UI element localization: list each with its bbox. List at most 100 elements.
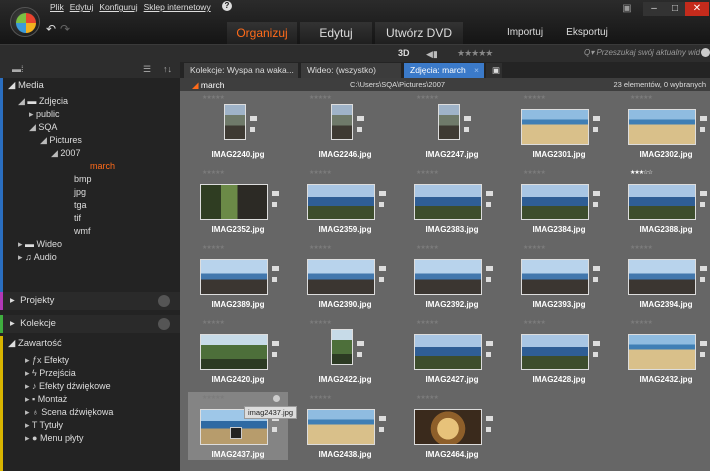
tab-edytuj[interactable]: Edytuj [300,22,372,44]
file-tag-icon[interactable] [593,127,598,132]
file-info-icon[interactable] [250,116,257,121]
tree-item-jpg[interactable]: jpg [0,186,180,199]
file-tag-icon[interactable] [593,352,598,357]
sidebar-media-header[interactable]: ◢ Media [8,80,44,91]
rating-stars[interactable]: ★★★★★ [523,94,546,101]
expand-arrow-icon[interactable]: ▸ [25,381,32,391]
rating-stars[interactable]: ★★★★★ [309,94,332,101]
file-info-icon[interactable] [593,341,600,346]
app-logo-icon[interactable] [10,7,40,37]
menu-item[interactable]: Plik [50,2,64,12]
file-info-icon[interactable] [700,191,707,196]
photo-thumbnail[interactable]: ★★★★★ IMAG2393.jpg [509,242,609,310]
photo-thumbnail[interactable]: ★★★★★ IMAG2420.jpg [188,317,288,385]
tab-video[interactable]: Wideo: (wszystko) [301,63,401,78]
file-tag-icon[interactable] [700,202,705,207]
photo-thumbnail[interactable]: ★★★★★ IMAG2246.jpg [295,92,395,160]
speaker-icon[interactable]: ◀▮ [426,49,438,60]
photo-thumbnail[interactable]: ★★★★★ IMAG2301.jpg [509,92,609,160]
help-icon[interactable]: ? [222,1,232,11]
file-tag-icon[interactable] [272,277,277,282]
file-tag-icon[interactable] [486,202,491,207]
photo-thumbnail[interactable]: ★★★★★ IMAG2438.jpg [295,392,395,460]
import-button[interactable]: Importuj [500,24,550,42]
photo-thumbnail[interactable]: ★★★★★ IMAG2422.jpg [295,317,395,385]
tree-item-tga[interactable]: tga [0,199,180,212]
expand-arrow-icon[interactable]: ◢ [18,96,27,106]
file-tag-icon[interactable] [272,202,277,207]
photo-thumbnail[interactable]: ★★★★★ IMAG2302.jpg [616,92,710,160]
file-tag-icon[interactable] [593,277,598,282]
file-info-icon[interactable] [464,116,471,121]
rating-stars[interactable]: ★★★★★ [202,319,225,326]
rating-stars[interactable]: ★★★★★ [630,94,653,101]
menu-item[interactable]: Edytuj [70,2,94,12]
file-info-icon[interactable] [593,191,600,196]
close-tab-icon[interactable]: × [474,63,479,78]
expand-arrow-icon[interactable]: ▸ [18,239,25,249]
file-tag-icon[interactable] [379,427,384,432]
rating-stars[interactable]: ★★★★★ [202,94,225,101]
rating-stars[interactable]: ★★★★★ [630,319,653,326]
undo-icon[interactable]: ↶ [46,22,56,36]
file-tag-icon[interactable] [486,427,491,432]
export-button[interactable]: Eksportuj [560,24,614,42]
expand-arrow-icon[interactable]: ▸ [25,407,32,417]
maximize-button[interactable]: □ [665,2,685,16]
pin-icon[interactable]: ▬⁞ [12,64,24,74]
photo-thumbnail[interactable]: ★★★★★ IMAG2352.jpg [188,167,288,235]
file-info-icon[interactable] [357,116,364,121]
photo-thumbnail[interactable]: ★★★★★ IMAG2428.jpg [509,317,609,385]
file-info-icon[interactable] [486,341,493,346]
file-tag-icon[interactable] [700,277,705,282]
photo-thumbnail[interactable]: ★★★★★ IMAG2437.jpg imag2437.jpg [188,392,298,460]
expand-arrow-icon[interactable]: ▸ [25,433,32,443]
file-info-icon[interactable] [486,191,493,196]
tab-collections[interactable]: Kolekcje: Wyspa na waka... [184,63,298,78]
file-info-icon[interactable] [700,116,707,121]
tree-item-zdjęcia[interactable]: ◢ ▬ Zdjęcia [0,95,180,108]
expand-arrow-icon[interactable]: ◢ [51,148,60,158]
photo-thumbnail[interactable]: ★★★★★ IMAG2359.jpg [295,167,395,235]
sidebar-section-projects[interactable]: ▸ Projekty [0,292,180,310]
file-tag-icon[interactable] [272,352,277,357]
expand-arrow-icon[interactable]: ▸ [18,252,25,262]
photo-thumbnail[interactable]: ★★★★★ IMAG2247.jpg [402,92,502,160]
expand-arrow-icon[interactable]: ◢ [29,122,38,132]
content-item[interactable]: ▸ ● Menu płyty [0,432,180,445]
rating-stars[interactable]: ★★★★★ [523,244,546,251]
file-tag-icon[interactable] [272,427,277,432]
file-tag-icon[interactable] [379,277,384,282]
search-input[interactable]: Q▾ Przeszukaj swój aktualny wid [584,48,700,57]
menu-item[interactable]: Sklep internetowy [144,2,211,12]
file-info-icon[interactable] [272,191,279,196]
content-item[interactable]: ▸ ♪ Efekty dźwiękowe [0,380,180,393]
rating-stars[interactable]: ★★★★★ [523,169,546,176]
file-tag-icon[interactable] [700,352,705,357]
rating-stars[interactable]: ★★★★★ [416,319,439,326]
tree-item-march[interactable]: march [0,160,180,173]
photo-thumbnail[interactable]: ★★★★★ IMAG2383.jpg [402,167,502,235]
rating-stars[interactable]: ★★★★★ [416,394,439,401]
file-info-icon[interactable] [357,341,364,346]
close-button[interactable]: ✕ [685,2,709,16]
file-tag-icon[interactable] [250,127,255,132]
content-item[interactable]: ▸ ƒx Efekty [0,354,180,367]
cart-icon[interactable]: ▣ [620,2,634,16]
photo-thumbnail[interactable]: ★★★★★ IMAG2432.jpg [616,317,710,385]
file-info-icon[interactable] [593,116,600,121]
info-icon[interactable] [273,395,280,402]
rating-stars[interactable]: ★★★★★ [416,169,439,176]
tree-item-sqa[interactable]: ◢ SQA [0,121,180,134]
tree-item-2007[interactable]: ◢ 2007 [0,147,180,160]
rating-stars[interactable]: ★★★★★ [309,169,332,176]
content-item[interactable]: ▸ ϟ Przejścia [0,367,180,380]
rating-stars[interactable]: ★★★★★ [416,94,439,101]
rating-stars[interactable]: ★★★★★ [630,244,653,251]
rating-stars[interactable]: ★★★★★ [523,319,546,326]
file-tag-icon[interactable] [357,127,362,132]
edit-overlay-icon[interactable] [230,427,242,439]
menu-item[interactable]: Konfiguruj [99,2,137,12]
file-tag-icon[interactable] [486,352,491,357]
content-item[interactable]: ▸ T Tytuły [0,419,180,432]
